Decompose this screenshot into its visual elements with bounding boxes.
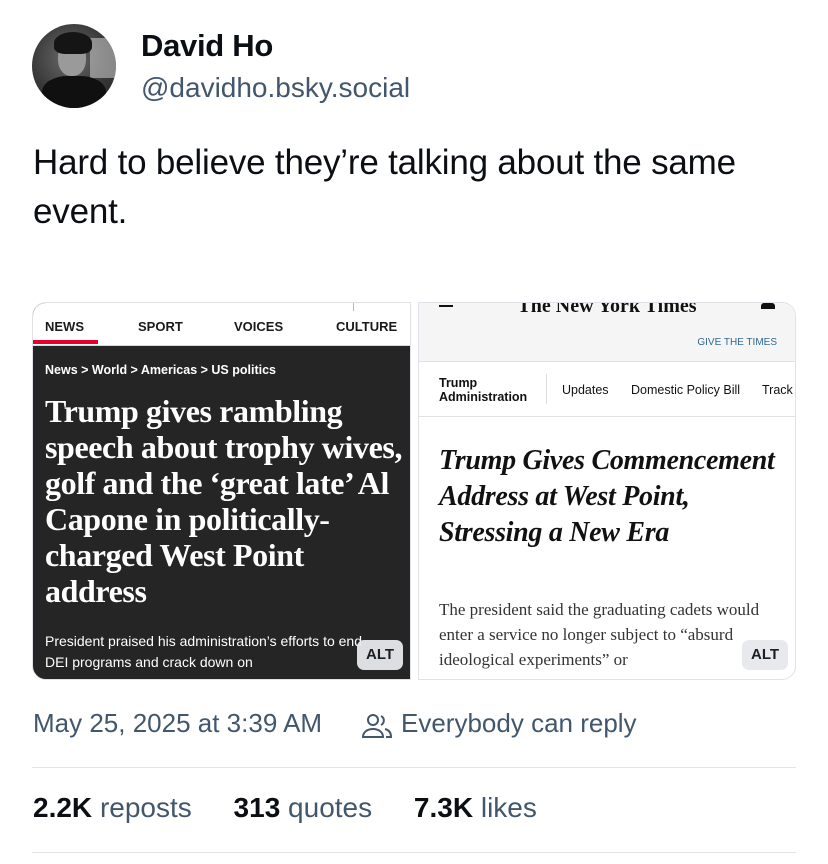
avatar-background-sign: [90, 38, 116, 78]
nyt-nav-track: Track: [762, 383, 793, 397]
nyt-nav-domestic-policy: Domestic Policy Bill: [631, 383, 741, 397]
likes-label[interactable]: likes: [481, 792, 537, 823]
divider-bottom: [32, 852, 796, 853]
nav-divider: [353, 303, 354, 311]
nav-sport: SPORT: [138, 319, 183, 334]
nyt-nav-updates: Updates: [562, 383, 609, 397]
author-display-name[interactable]: David Ho: [141, 28, 273, 64]
nyt-section-nav: Trump Administration Updates Domestic Po…: [419, 362, 795, 417]
independent-headline: Trump gives rambling speech about trophy…: [45, 393, 403, 609]
alt-badge-left[interactable]: ALT: [357, 640, 404, 670]
nav-voices: VOICES: [234, 319, 284, 334]
independent-breadcrumb: News > World > Americas > US politics: [45, 363, 276, 377]
reposts-count[interactable]: 2.2K: [33, 792, 92, 823]
reply-setting[interactable]: Everybody can reply: [401, 708, 637, 739]
post-stats: 2.2K reposts 313 quotes 7.3K likes: [33, 792, 571, 824]
nyt-subhead: The president said the graduating cadets…: [439, 600, 760, 669]
post-image-independent[interactable]: NEWS SPORT VOICES CULTURE News > World >…: [32, 302, 411, 680]
author-avatar[interactable]: [32, 24, 116, 108]
divider-top: [32, 767, 796, 768]
nyt-section-title: Trump Administration: [439, 376, 528, 404]
post-text: Hard to believe they’re talking about th…: [33, 143, 736, 231]
independent-nav-bar: NEWS SPORT VOICES CULTURE: [33, 303, 410, 346]
post-timestamp[interactable]: May 25, 2025 at 3:39 AM: [33, 708, 322, 739]
quotes-label[interactable]: quotes: [288, 792, 372, 823]
avatar-body: [42, 76, 106, 108]
reposts-label[interactable]: reposts: [100, 792, 192, 823]
nav-news: NEWS: [45, 319, 84, 334]
quotes-count[interactable]: 313: [234, 792, 281, 823]
nav-active-indicator: [33, 340, 98, 344]
nav-culture: CULTURE: [336, 319, 398, 334]
account-icon: [761, 303, 775, 309]
author-handle[interactable]: @davidho.bsky.social: [141, 72, 410, 104]
post-image-nyt[interactable]: The New York Times GIVE THE TIMES Trump …: [418, 302, 796, 680]
nyt-header: The New York Times GIVE THE TIMES: [419, 303, 795, 362]
likes-count[interactable]: 7.3K: [414, 792, 473, 823]
nyt-give-link: GIVE THE TIMES: [697, 337, 777, 348]
nyt-headline: Trump Gives Commencement Address at West…: [439, 445, 775, 548]
nyt-masthead: The New York Times: [517, 302, 697, 317]
independent-subhead: President praised his administration’s e…: [45, 633, 362, 670]
nav-divider: [546, 374, 547, 404]
people-icon: [361, 714, 393, 738]
avatar-hair: [54, 32, 92, 54]
alt-badge-right[interactable]: ALT: [742, 640, 789, 670]
